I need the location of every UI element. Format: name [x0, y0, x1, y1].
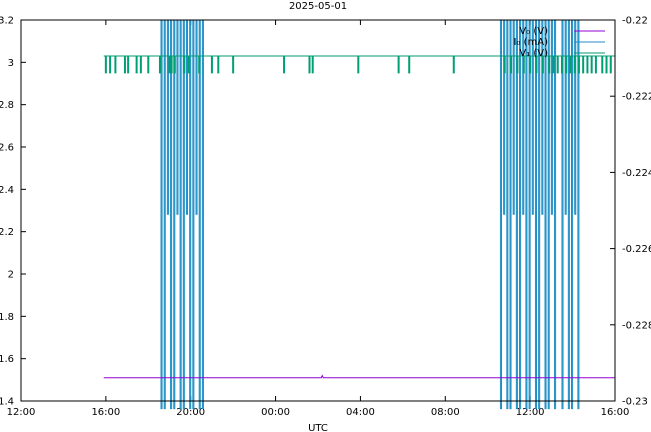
x-tick-label: 00:00 — [261, 407, 290, 418]
left-tick-label: 2.8 — [0, 100, 14, 111]
x-tick-label: 08:00 — [431, 407, 460, 418]
x-axis-label: UTC — [308, 423, 328, 432]
i0-spike — [160, 20, 163, 410]
i0-spike — [503, 20, 506, 215]
i0-spike — [195, 20, 198, 215]
i0-spike — [538, 20, 541, 410]
legend: V₀ (V)I₀ (mA)V₁ (V) — [513, 26, 605, 59]
i0-spike — [550, 20, 553, 215]
i0-spike — [509, 20, 512, 410]
i0-spike — [192, 20, 195, 410]
right-tick-label: -0.226 — [622, 244, 651, 255]
left-tick-label: 3.2 — [0, 16, 14, 27]
i0-spike — [166, 20, 169, 215]
i0-spike — [567, 20, 570, 410]
i0-spike — [182, 20, 185, 410]
left-tick-label: 1.8 — [0, 312, 14, 323]
i0-spike — [519, 20, 522, 410]
i0-spike — [512, 20, 515, 215]
i0-spike — [176, 20, 179, 215]
series-layer — [103, 20, 615, 410]
i0-spike — [561, 20, 564, 410]
left-y-axis: 1.4 1.6 1.8 2 2.2 2.4 2.6 2.8 3 3.2 — [0, 16, 26, 408]
series-i0 — [160, 20, 580, 410]
i0-spike — [577, 20, 580, 410]
legend-label: I₀ (mA) — [513, 37, 548, 48]
i0-spike — [170, 20, 173, 410]
left-tick-label: 2.2 — [0, 227, 14, 238]
i0-spike — [564, 20, 567, 215]
i0-spike — [173, 20, 176, 410]
i0-spike — [528, 20, 531, 410]
i0-spike — [554, 20, 557, 410]
i0-spike — [571, 20, 574, 410]
left-tick-label: 2.6 — [0, 143, 14, 154]
right-tick-label: -0.23 — [622, 397, 648, 408]
i0-spike — [179, 20, 182, 410]
i0-spike — [201, 20, 204, 410]
legend-label: V₁ (V) — [519, 48, 548, 59]
x-axis: 12:00 16:00 20:00 00:00 04:00 08:00 12:00 16:00 — [7, 20, 630, 418]
i0-spike — [185, 20, 189, 215]
legend-label: V₀ (V) — [519, 26, 548, 37]
left-tick-label: 2 — [8, 270, 14, 281]
i0-spike — [499, 20, 503, 410]
i0-spike — [534, 20, 538, 410]
i0-spike — [544, 20, 547, 410]
i0-spike — [515, 20, 518, 410]
i0-spike — [547, 20, 550, 410]
left-tick-label: 1.6 — [0, 354, 14, 365]
chart-title: 2025-05-01 — [289, 1, 347, 12]
i0-spike — [163, 20, 166, 410]
i0-spike — [506, 20, 509, 410]
right-tick-label: -0.22 — [622, 16, 648, 27]
right-tick-label: -0.228 — [622, 320, 651, 331]
i0-spike — [574, 20, 577, 215]
right-tick-label: -0.222 — [622, 92, 651, 103]
x-tick-label: 12:00 — [7, 407, 36, 418]
left-tick-label: 2.4 — [0, 185, 14, 196]
left-tick-label: 1.4 — [0, 397, 14, 408]
left-tick-label: 3 — [8, 58, 14, 69]
right-tick-label: -0.224 — [622, 168, 651, 179]
x-tick-label: 16:00 — [601, 407, 630, 418]
chart: 2025-05-01 UTC 1.4 1.6 1.8 2 2.2 2.4 2.6 2.8 3 3.… — [0, 1, 651, 432]
right-y-axis: -0.23 -0.228 -0.226 -0.224 -0.222 -0.22 — [610, 16, 651, 408]
x-tick-label: 16:00 — [91, 407, 120, 418]
i0-spike — [525, 20, 528, 410]
i0-spike — [189, 20, 192, 410]
x-tick-label: 04:00 — [346, 407, 375, 418]
i0-spike — [198, 20, 201, 410]
